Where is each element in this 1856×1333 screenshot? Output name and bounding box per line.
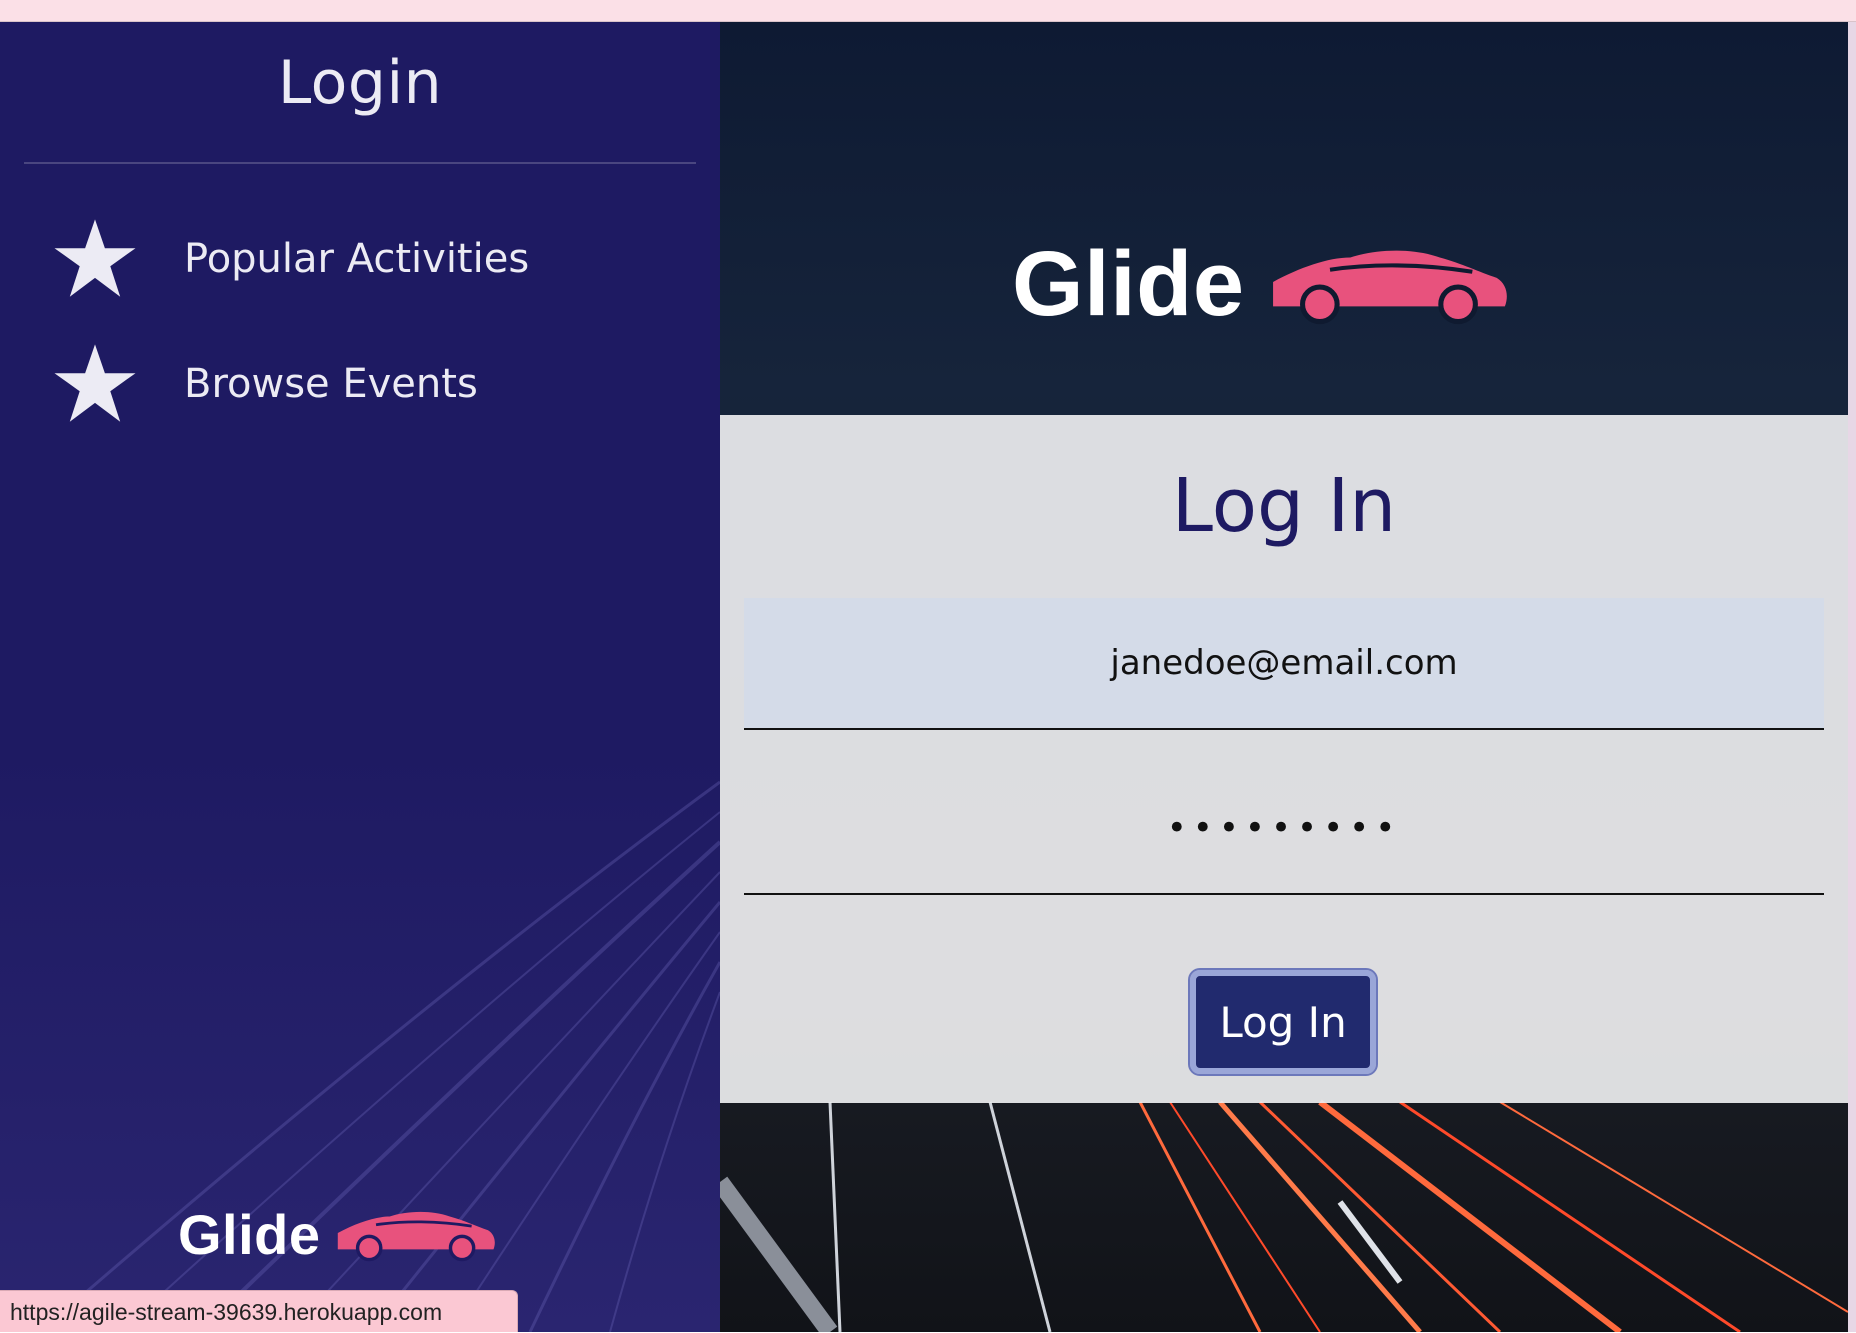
login-panel: Log In Log In <box>720 415 1848 1103</box>
sidebar-logo[interactable]: Glide <box>178 1202 499 1267</box>
car-icon <box>1272 250 1507 324</box>
password-field[interactable] <box>744 763 1824 895</box>
status-bar-url: https://agile-stream-39639.herokuapp.com <box>0 1290 518 1332</box>
sidebar-item-popular-activities[interactable]: Popular Activities <box>50 214 670 304</box>
main-content: Glide Log In Log In <box>720 22 1848 1332</box>
login-button[interactable]: Log In <box>1188 968 1378 1076</box>
brand-text: Glide <box>1012 233 1245 335</box>
browser-top-strip <box>0 0 1856 22</box>
star-icon <box>54 219 136 297</box>
brand-logo[interactable]: Glide <box>1012 232 1513 337</box>
email-field[interactable] <box>744 598 1824 730</box>
login-heading: Log In <box>1171 463 1397 549</box>
sidebar: Login Popular Activities Browse Events G… <box>0 22 720 1332</box>
logo-text: Glide <box>178 1203 321 1266</box>
sidebar-divider <box>24 162 696 164</box>
sidebar-item-browse-events[interactable]: Browse Events <box>50 339 670 429</box>
car-icon <box>337 1211 495 1261</box>
window-edge <box>1848 22 1856 1332</box>
sidebar-item-label: Browse Events <box>184 361 478 407</box>
star-icon <box>54 344 136 422</box>
sidebar-title: Login <box>277 48 443 118</box>
sidebar-item-label: Popular Activities <box>184 236 530 282</box>
